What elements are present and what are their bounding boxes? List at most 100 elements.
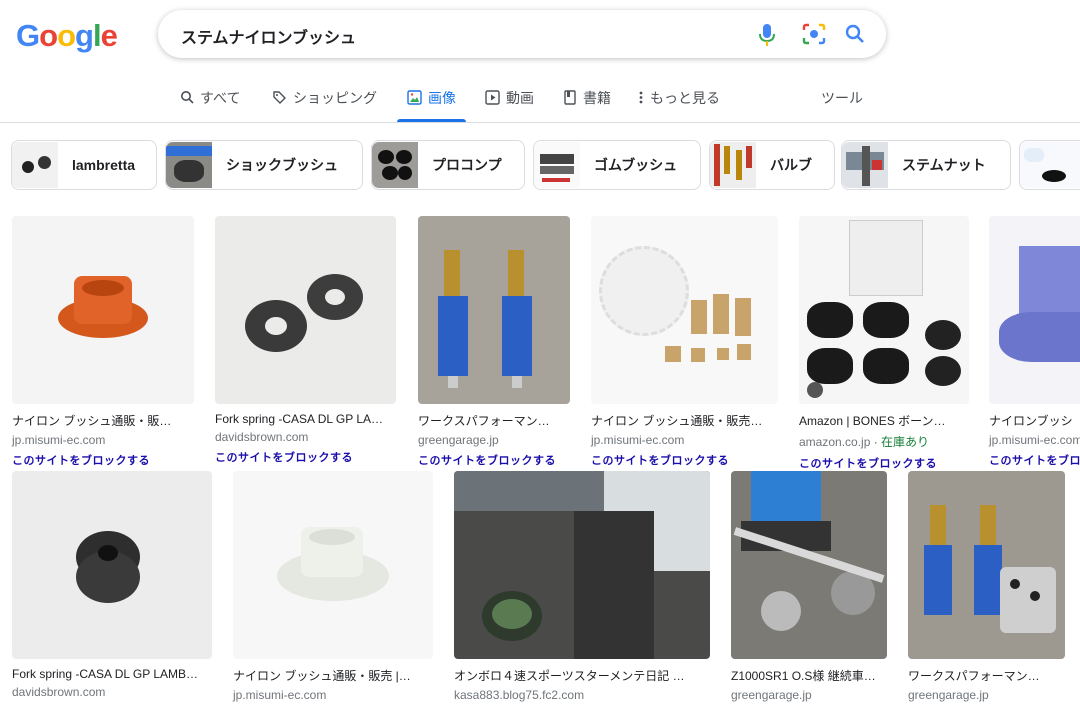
chip-label: ゴムブッシュ <box>594 157 678 173</box>
result-thumbnail[interactable] <box>454 471 710 659</box>
chip-thumbnail <box>710 142 756 188</box>
result-site: davidsbrown.com <box>215 430 309 444</box>
chip-thumbnail <box>166 142 212 188</box>
search-box[interactable]: ステムナイロンブッシュ <box>158 10 886 58</box>
block-site-link[interactable]: このサイトをブロックする <box>12 452 194 468</box>
result-title[interactable]: Amazon | BONES ボーン… <box>799 412 969 429</box>
tab-more[interactable]: もっと見る <box>638 88 720 122</box>
result-thumbnail[interactable] <box>12 471 212 659</box>
block-site-link[interactable]: このサイトをブロックする <box>989 452 1080 468</box>
result-thumbnail[interactable] <box>215 216 396 404</box>
result-title[interactable]: ナイロン ブッシュ通販・販売… <box>591 412 778 429</box>
tag-icon <box>273 91 286 104</box>
result-title[interactable]: Fork spring -CASA DL GP LA… <box>215 412 396 426</box>
image-result[interactable]: Fork spring -CASA DL GP LAMB… davidsbrow… <box>12 471 212 699</box>
chip-label: バルブ <box>770 157 812 173</box>
play-icon <box>485 90 500 105</box>
chip-shock-bush[interactable]: ショックブッシュ <box>165 140 363 190</box>
search-input[interactable]: ステムナイロンブッシュ <box>181 24 356 48</box>
tab-label: 書籍 <box>583 90 611 106</box>
tab-all[interactable]: すべて <box>180 88 240 122</box>
block-site-link[interactable]: このサイトをブロックする <box>799 455 969 471</box>
image-result[interactable]: Amazon | BONES ボーン… amazon.co.jp · 在庫あり … <box>799 216 969 471</box>
block-site-link[interactable]: このサイトをブロックする <box>591 452 778 468</box>
image-result[interactable]: ナイロン ブッシュ通販・販… jp.misumi-ec.com このサイトをブロ… <box>12 216 194 468</box>
chip-valve[interactable]: バルブ <box>709 140 835 190</box>
result-site: davidsbrown.com <box>12 685 106 699</box>
image-result[interactable]: ナイロン ブッシュ通販・販売… jp.misumi-ec.com このサイトをブ… <box>591 216 778 468</box>
tab-books[interactable]: 書籍 <box>563 88 611 122</box>
search-tabs: すべて ショッピング 画像 動画 書籍 もっと見る ツール <box>0 82 1080 122</box>
result-site: kasa883.blog75.fc2.com <box>454 688 585 702</box>
image-result[interactable]: Z1000SR1 O.S様 継続車… greengarage.jp <box>731 471 887 702</box>
chip-thumbnail <box>372 142 418 188</box>
chip-thumbnail <box>842 142 888 188</box>
result-site: jp.misumi-ec.com <box>989 433 1080 447</box>
image-result[interactable]: ワークスパフォーマン… greengarage.jp このサイトをブロックする <box>418 216 570 468</box>
chip-lambretta[interactable]: lambretta <box>11 140 157 190</box>
stock-status: · 在庫あり <box>870 435 930 449</box>
tab-label: ショッピング <box>293 90 377 106</box>
logo-letter: o <box>57 18 76 53</box>
logo-letter: e <box>100 18 118 53</box>
image-result[interactable]: ワークスパフォーマン… greengarage.jp <box>908 471 1065 702</box>
chip-partial[interactable] <box>1019 140 1080 190</box>
result-site: amazon.co.jp · 在庫あり <box>799 433 969 450</box>
result-thumbnail[interactable] <box>591 216 778 404</box>
result-title[interactable]: ナイロン ブッシュ通販・販売 |… <box>233 667 433 684</box>
result-thumbnail[interactable] <box>418 216 570 404</box>
chip-label: ショックブッシュ <box>226 157 338 173</box>
result-site: greengarage.jp <box>418 433 499 447</box>
tab-label: すべて <box>200 90 241 106</box>
block-site-link[interactable]: このサイトをブロックする <box>418 452 570 468</box>
chip-label: ステムナット <box>902 157 986 173</box>
chip-thumbnail <box>12 142 58 188</box>
search-icon <box>181 91 194 104</box>
tag-icon <box>807 382 823 398</box>
result-title[interactable]: ワークスパフォーマン… <box>908 667 1065 684</box>
google-logo[interactable]: Google <box>16 18 118 54</box>
book-icon <box>564 90 576 105</box>
result-thumbnail[interactable] <box>908 471 1065 659</box>
result-title[interactable]: Z1000SR1 O.S様 継続車… <box>731 667 887 684</box>
microphone-icon[interactable] <box>756 22 778 48</box>
result-thumbnail[interactable] <box>731 471 887 659</box>
tab-videos[interactable]: 動画 <box>485 88 534 122</box>
image-result[interactable]: ナイロン ブッシュ通販・販売 |… jp.misumi-ec.com <box>233 471 433 702</box>
logo-letter: o <box>39 18 58 53</box>
tab-label: 画像 <box>428 90 456 106</box>
result-title[interactable]: ナイロン ブッシュ通販・販… <box>12 412 194 429</box>
logo-letter: l <box>92 18 102 53</box>
result-title[interactable]: ナイロンブッシ <box>989 412 1080 429</box>
result-site: jp.misumi-ec.com <box>12 433 106 447</box>
result-title[interactable]: ワークスパフォーマン… <box>418 412 570 429</box>
result-site: jp.misumi-ec.com <box>233 688 327 702</box>
tab-images[interactable]: 画像 <box>397 88 466 122</box>
result-thumbnail[interactable] <box>233 471 433 659</box>
result-title[interactable]: オンボロ４速スポーツスターメンテ日記 … <box>454 667 710 684</box>
image-result[interactable]: オンボロ４速スポーツスターメンテ日記 … kasa883.blog75.fc2.… <box>454 471 710 702</box>
tab-label: 動画 <box>506 90 534 106</box>
camera-lens-icon[interactable] <box>801 22 827 46</box>
chip-rubber-bush[interactable]: ゴムブッシュ <box>533 140 701 190</box>
chip-thumbnail <box>534 142 580 188</box>
chip-label: プロコンプ <box>432 157 502 173</box>
logo-letter: G <box>16 18 40 53</box>
tab-shopping[interactable]: ショッピング <box>272 88 377 122</box>
block-site-link[interactable]: このサイトをブロックする <box>215 449 396 465</box>
result-thumbnail[interactable] <box>989 216 1080 404</box>
chip-procomp[interactable]: プロコンプ <box>371 140 525 190</box>
search-icon[interactable] <box>843 22 867 46</box>
result-title[interactable]: Fork spring -CASA DL GP LAMB… <box>12 667 212 681</box>
tools-button[interactable]: ツール <box>821 88 863 122</box>
image-result[interactable]: Fork spring -CASA DL GP LA… davidsbrown.… <box>215 216 396 465</box>
chip-label: lambretta <box>72 157 136 173</box>
image-result[interactable]: ナイロンブッシ jp.misumi-ec.com このサイトをブロックする <box>989 216 1080 468</box>
result-site: greengarage.jp <box>731 688 812 702</box>
result-thumbnail[interactable] <box>12 216 194 404</box>
chip-thumbnail <box>1020 142 1080 188</box>
result-thumbnail[interactable] <box>799 216 969 404</box>
tools-label: ツール <box>821 90 863 106</box>
tab-label: もっと見る <box>650 90 720 106</box>
chip-stem-nut[interactable]: ステムナット <box>841 140 1011 190</box>
